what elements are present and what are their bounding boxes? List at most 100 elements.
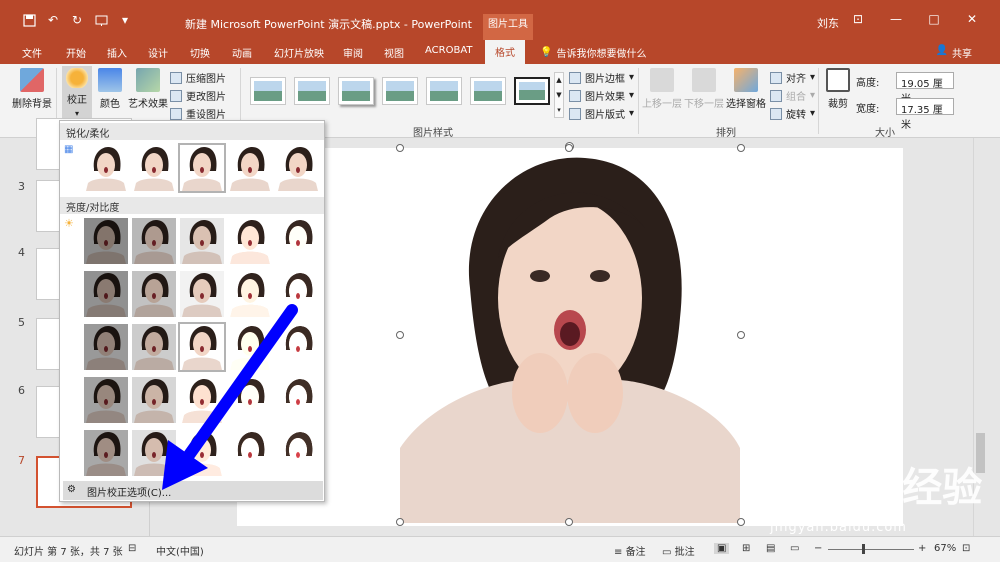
tab-slideshow[interactable]: 幻灯片放映 [274, 45, 324, 60]
change-picture-label: 更改图片 [186, 92, 226, 103]
resize-handle-n[interactable] [565, 144, 573, 152]
correction-button[interactable]: 校正 ▾ [62, 66, 92, 118]
selection-pane-icon [734, 68, 758, 92]
minimize-button[interactable]: — [888, 12, 904, 26]
rotate-label: 旋转 [786, 110, 806, 121]
correction-options-icon: ⚙ [67, 484, 76, 495]
person-icon: 👤 [935, 45, 948, 56]
resize-handle-ne[interactable] [737, 144, 745, 152]
tab-transitions[interactable]: 切换 [190, 45, 210, 60]
width-field[interactable]: 17.35 厘米 [896, 98, 954, 131]
artistic-effects-button[interactable]: 艺术效果 [128, 68, 168, 110]
bring-forward-label: 上移一层 [642, 99, 682, 110]
selection-pane-button[interactable]: 选择窗格 [726, 68, 766, 110]
resize-handle-w[interactable] [396, 331, 404, 339]
tab-animations[interactable]: 动画 [232, 45, 252, 60]
notes-button[interactable]: ≡ 备注 [614, 543, 646, 558]
group-label: 组合 [786, 92, 806, 103]
styles-gallery-scroll[interactable]: ▲ ▼ ▾ [554, 72, 564, 118]
picture-style-5[interactable] [426, 77, 462, 105]
zoom-in-icon[interactable]: + [918, 543, 926, 554]
picture-style-6[interactable] [470, 77, 506, 105]
ribbon-display-icon[interactable]: ⊡ [850, 12, 866, 26]
crop-button[interactable]: 裁剪 [826, 68, 850, 110]
save-icon[interactable] [22, 13, 36, 27]
tab-acrobat[interactable]: ACROBAT [425, 45, 473, 56]
slide-number-5: 5 [18, 316, 25, 329]
picture-style-2[interactable] [294, 77, 330, 105]
tab-design[interactable]: 设计 [148, 45, 168, 60]
slideshow-icon[interactable]: ▭ [790, 543, 799, 554]
resize-handle-se[interactable] [737, 518, 745, 526]
spelling-icon[interactable]: ⊟ [128, 543, 136, 554]
send-backward-label: 下移一层 [684, 99, 724, 110]
sharpen-option-4[interactable] [228, 145, 272, 191]
sharpen-option-2[interactable] [132, 145, 176, 191]
remove-background-button[interactable]: 删除背景 [12, 68, 52, 110]
language-status[interactable]: 中文(中国) [156, 543, 204, 558]
zoom-slider[interactable] [828, 549, 914, 550]
brightness-option-4-1[interactable] [84, 377, 128, 423]
picture-style-3[interactable] [338, 77, 374, 105]
tell-me-box[interactable]: 💡 告诉我你想要做什么 [540, 45, 646, 60]
rotate-button[interactable]: 旋转 ▾ [770, 106, 815, 121]
tab-view[interactable]: 视图 [384, 45, 404, 60]
restore-button[interactable]: □ [926, 12, 942, 26]
picture-style-4[interactable] [382, 77, 418, 105]
close-button[interactable]: ✕ [964, 12, 980, 26]
resize-handle-e[interactable] [737, 331, 745, 339]
brightness-option-5-1[interactable] [84, 430, 128, 476]
height-field[interactable]: 19.05 厘米 [896, 72, 954, 105]
slide-sorter-icon[interactable]: ⊞ [742, 543, 750, 554]
status-bar: 幻灯片 第 7 张，共 7 张 ⊟ 中文(中国) ≡ 备注 ▭ 批注 ▣ ⊞ ▤… [0, 536, 1000, 562]
picture-style-7[interactable] [514, 77, 550, 105]
resize-handle-s[interactable] [565, 518, 573, 526]
align-button[interactable]: 对齐 ▾ [770, 70, 815, 85]
compress-pictures-button[interactable]: 压缩图片 [170, 70, 226, 85]
sharpen-option-5[interactable] [276, 145, 320, 191]
tab-review[interactable]: 审阅 [343, 45, 363, 60]
brightness-option-1-4[interactable] [228, 218, 272, 264]
brightness-option-3-1[interactable] [84, 324, 128, 370]
resize-handle-nw[interactable] [396, 144, 404, 152]
redo-icon[interactable]: ↻ [70, 13, 84, 27]
reset-picture-label: 重设图片 [186, 110, 226, 121]
tell-me-text: 告诉我你想要做什么 [556, 49, 647, 60]
selected-picture[interactable] [400, 148, 740, 523]
picture-border-button[interactable]: 图片边框 ▾ [569, 70, 634, 85]
fit-to-window-icon[interactable]: ⊡ [962, 543, 970, 554]
reading-view-icon[interactable]: ▤ [766, 543, 775, 554]
picture-layout-button[interactable]: 图片版式 ▾ [569, 106, 634, 121]
comments-button[interactable]: ▭ 批注 [662, 543, 695, 558]
brightness-option-2-1[interactable] [84, 271, 128, 317]
send-backward-button[interactable]: 下移一层 [684, 68, 724, 110]
brightness-option-1-5[interactable] [276, 218, 320, 264]
reset-picture-button[interactable]: 重设图片 [170, 106, 226, 121]
tab-format[interactable]: 格式 [485, 40, 525, 64]
color-button[interactable]: 颜色 [98, 68, 122, 110]
resize-handle-sw[interactable] [396, 518, 404, 526]
change-picture-button[interactable]: 更改图片 [170, 88, 226, 103]
zoom-out-icon[interactable]: − [814, 543, 822, 554]
normal-view-icon[interactable]: ▣ [714, 543, 730, 554]
customize-qat-icon[interactable]: ▾ [118, 13, 132, 27]
bring-forward-button[interactable]: 上移一层 [642, 68, 682, 110]
brightness-option-1-3[interactable] [180, 218, 224, 264]
brightness-option-1-1[interactable] [84, 218, 128, 264]
picture-effects-button[interactable]: 图片效果 ▾ [569, 88, 634, 103]
zoom-slider-thumb[interactable] [862, 544, 865, 554]
tab-file[interactable]: 文件 [22, 45, 42, 60]
tab-insert[interactable]: 插入 [107, 45, 127, 60]
user-name[interactable]: 刘东 [817, 15, 839, 31]
sharpen-option-3[interactable] [178, 143, 226, 193]
presentation-icon[interactable] [94, 13, 108, 27]
undo-icon[interactable]: ↶ [46, 13, 60, 27]
brightness-option-1-2[interactable] [132, 218, 176, 264]
group-button[interactable]: 组合 ▾ [770, 88, 815, 103]
zoom-level[interactable]: 67% [934, 543, 956, 554]
share-button[interactable]: 👤 共享 [936, 45, 972, 60]
tab-home[interactable]: 开始 [66, 45, 86, 60]
sharpen-option-1[interactable] [84, 145, 128, 191]
picture-style-1[interactable] [250, 77, 286, 105]
chevron-down-icon: ▾ [810, 90, 816, 101]
